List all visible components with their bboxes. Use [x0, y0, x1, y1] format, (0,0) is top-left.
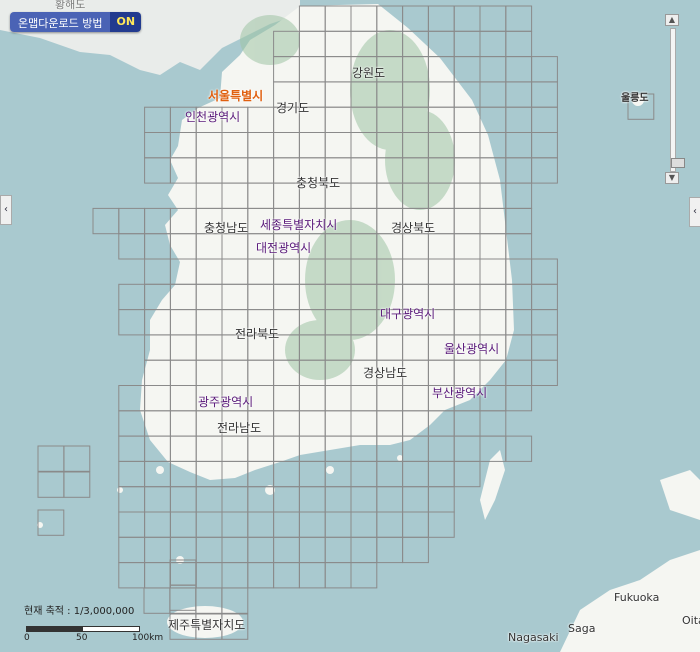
label-chungnam: 충청남도: [204, 221, 249, 235]
label-incheon: 인천광역시: [185, 110, 241, 124]
label-daejeon: 대전광역시: [256, 241, 312, 255]
scale-text: 현재 축적 : 1/3,000,000: [24, 606, 135, 617]
map-canvas[interactable]: [0, 0, 700, 652]
zoom-track[interactable]: [670, 28, 685, 172]
scale-tick-100: 100km: [132, 633, 164, 643]
label-oita: Oita: [682, 614, 700, 627]
label-saga: Saga: [568, 622, 596, 635]
label-nagasaki: Nagasaki: [508, 631, 559, 644]
label-jeonbuk: 전라북도: [235, 327, 280, 341]
zoom-control[interactable]: ▲ ▼: [665, 14, 685, 184]
toggle-state[interactable]: ON: [110, 12, 142, 32]
label-gwangju: 광주광역시: [198, 395, 254, 409]
label-chungbuk: 충청북도: [296, 176, 341, 190]
download-guide-label[interactable]: 온맵다운로드 방법: [10, 12, 111, 32]
label-gyeonggi: 경기도: [276, 101, 310, 115]
zoom-out-button[interactable]: ▼: [665, 172, 679, 184]
label-top-left-partial: 황해도: [55, 0, 86, 11]
right-panel-toggle[interactable]: ‹: [689, 197, 700, 227]
label-busan: 부산광역시: [432, 386, 488, 400]
label-jeju: 제주특별자치도: [168, 618, 246, 632]
left-panel-toggle[interactable]: ‹: [0, 195, 12, 225]
label-sejong: 세종특별자치시: [260, 218, 338, 232]
label-gangwon: 강원도: [352, 66, 386, 80]
label-daegu: 대구광역시: [380, 307, 436, 321]
label-fukuoka: Fukuoka: [614, 591, 660, 604]
label-gyeongnam: 경상남도: [363, 366, 408, 380]
zoom-thumb[interactable]: [671, 158, 685, 168]
zoom-in-button[interactable]: ▲: [665, 14, 679, 26]
scale-tick-0: 0: [24, 633, 30, 643]
label-ulleung: 울릉도: [621, 93, 649, 104]
label-jeonnam: 전라남도: [217, 421, 262, 435]
download-guide-toggle[interactable]: 온맵다운로드 방법 ON: [10, 12, 142, 32]
label-seoul: 서울특별시: [208, 89, 264, 103]
scale-bar: [26, 626, 140, 632]
scale-tick-50: 50: [76, 633, 88, 643]
label-ulsan: 울산광역시: [444, 342, 500, 356]
label-gyeongbuk: 경상북도: [391, 221, 436, 235]
